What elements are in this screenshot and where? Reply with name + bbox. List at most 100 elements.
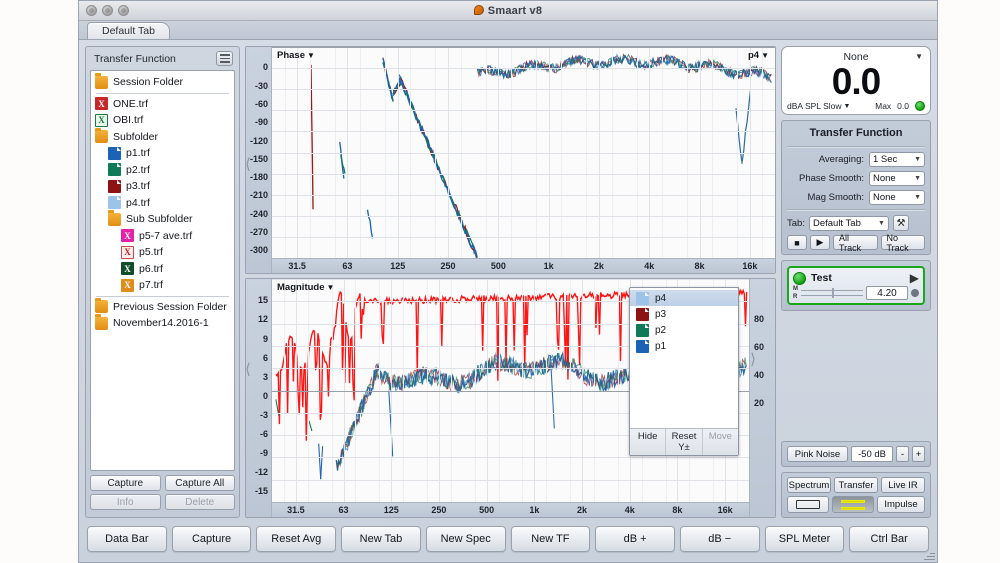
tree-item[interactable]: Sub Subfolder bbox=[91, 210, 234, 228]
generator-plus-button[interactable]: + bbox=[912, 446, 925, 462]
single-pane-icon[interactable] bbox=[787, 496, 829, 513]
tree-item[interactable]: p2.trf bbox=[91, 162, 234, 179]
legend-reset-y-button[interactable]: Reset Y± bbox=[666, 429, 703, 455]
chevron-left-icon-magnitude[interactable]: ⟨ bbox=[246, 360, 251, 378]
tree-item[interactable]: p3.trf bbox=[91, 178, 234, 195]
capture-button[interactable]: Capture bbox=[90, 475, 161, 491]
tree-item[interactable]: X ONE.trf bbox=[91, 96, 234, 113]
transfer-mode-button[interactable]: Transfer bbox=[834, 477, 878, 493]
spectrum-mode-button[interactable]: Spectrum bbox=[787, 477, 831, 493]
legend-item-list[interactable]: p4 p3 p2 p1 bbox=[630, 288, 738, 428]
spl-source-value[interactable]: None bbox=[843, 51, 868, 63]
magnitude-plot-label[interactable]: Magnitude ▼ bbox=[277, 282, 334, 293]
delete-button[interactable]: Delete bbox=[164, 494, 235, 510]
session-file-tree[interactable]: Session Folder X ONE.trf X OBI.trf Subfolder p… bbox=[90, 70, 235, 471]
tree-item[interactable]: November14.2016-1 bbox=[91, 314, 234, 332]
magnitude-plot-area[interactable]: Magnitude ▼ p4 p3 p2 p1 Hide Reset Y± Move bbox=[272, 279, 749, 503]
generator-level-field[interactable]: -50 dB bbox=[851, 446, 893, 462]
phase-graph[interactable]: 0 -30 -60 -90 -120 -150 -180 -210 -240 -270 -300 P… bbox=[245, 46, 776, 274]
folder-icon bbox=[95, 127, 108, 144]
spl-meter-panel[interactable]: None ▼ 0.0 dBA SPL Slow ▼ Max 0.0 bbox=[781, 46, 931, 116]
measurement-test[interactable]: Test ▶ M R 4.20 bbox=[787, 266, 925, 306]
legend-item[interactable]: p2 bbox=[630, 322, 738, 338]
gridline-h bbox=[272, 47, 775, 48]
window-title: Smaart v8 bbox=[79, 4, 937, 17]
legend-item-label: p3 bbox=[655, 308, 667, 320]
chevron-left-icon[interactable]: ⟨ bbox=[246, 155, 251, 173]
legend-item[interactable]: p4 bbox=[630, 290, 738, 306]
chevron-down-icon-spl[interactable]: ▼ bbox=[915, 52, 923, 61]
green-circle-icon[interactable] bbox=[793, 271, 806, 285]
generator-minus-button[interactable]: - bbox=[896, 446, 909, 462]
stop-square-icon[interactable]: ■ bbox=[787, 235, 807, 251]
tree-divider bbox=[96, 92, 229, 94]
y-tick-label: 6 bbox=[262, 352, 268, 363]
info-button[interactable]: Info bbox=[90, 494, 161, 510]
gridline-h bbox=[272, 236, 775, 238]
pink-noise-button[interactable]: Pink Noise bbox=[787, 446, 848, 462]
live-ir-mode-button[interactable]: Live IR bbox=[881, 477, 925, 493]
play-triangle-icon-measurement[interactable]: ▶ bbox=[910, 271, 919, 285]
smaart-application-window: Smaart v8 Default Tab Transfer Function … bbox=[78, 0, 938, 563]
tab-select[interactable]: Default Tab ▼ bbox=[808, 215, 889, 231]
toolbar-button-data-bar[interactable]: Data Bar bbox=[87, 526, 167, 552]
tree-item[interactable]: Xp5-7 ave.trf bbox=[91, 228, 234, 245]
impulse-button[interactable]: Impulse bbox=[877, 496, 925, 513]
trace-legend-popup[interactable]: p4 p3 p2 p1 Hide Reset Y± Move bbox=[629, 287, 739, 456]
chevron-down-icon-weighting[interactable]: ▼ bbox=[844, 103, 851, 110]
play-triangle-icon[interactable]: ▶ bbox=[810, 235, 830, 251]
tree-item[interactable]: X OBI.trf bbox=[91, 112, 234, 129]
toolbar-button-new-tab[interactable]: New Tab bbox=[341, 526, 421, 552]
toolbar-button-ctrl-bar[interactable]: Ctrl Bar bbox=[849, 526, 930, 552]
legend-move-button[interactable]: Move bbox=[703, 429, 738, 455]
phase-plot-area[interactable]: Phase ▼ p4 ▼ bbox=[272, 47, 775, 259]
tree-item[interactable]: p4.trf bbox=[91, 195, 234, 212]
legend-item[interactable]: p1 bbox=[630, 338, 738, 354]
tree-item[interactable]: Xp7.trf bbox=[91, 277, 234, 294]
wrench-icon[interactable]: ⚒ bbox=[892, 215, 909, 232]
tree-item[interactable]: Session Folder bbox=[91, 73, 234, 91]
y-tick-label: -12 bbox=[254, 466, 268, 477]
tree-item[interactable]: Subfolder bbox=[91, 127, 234, 146]
magnitude-y-axis-right: 80 60 40 20 bbox=[749, 279, 775, 517]
tree-item[interactable]: Xp5.trf bbox=[91, 244, 234, 261]
phase-plot-label[interactable]: Phase ▼ bbox=[277, 50, 315, 61]
all-track-button[interactable]: All Track bbox=[833, 233, 878, 253]
spl-weighting-label[interactable]: dBA SPL Slow bbox=[787, 101, 842, 111]
legend-hide-button[interactable]: Hide bbox=[630, 429, 667, 455]
x-tick-label: 1k bbox=[543, 261, 554, 271]
averaging-select[interactable]: 1 Sec ▼ bbox=[869, 152, 925, 168]
toolbar-button-spl-meter[interactable]: SPL Meter bbox=[764, 526, 845, 552]
capture-all-button[interactable]: Capture All bbox=[164, 475, 235, 491]
tree-item[interactable]: Previous Session Folder bbox=[91, 297, 234, 316]
y-tick-label: 80 bbox=[754, 314, 765, 325]
toolbar-button-db[interactable]: dB − bbox=[679, 526, 760, 552]
x-tick-label: 125 bbox=[383, 505, 399, 515]
phase-smooth-select[interactable]: None ▼ bbox=[869, 171, 925, 187]
toolbar-button-capture[interactable]: Capture bbox=[171, 526, 252, 552]
toolbar-button-reset-avg[interactable]: Reset Avg bbox=[256, 526, 337, 552]
phase-trace-selector[interactable]: p4 ▼ bbox=[748, 50, 769, 61]
window-resize-handle[interactable] bbox=[923, 548, 935, 560]
toolbar-button-db[interactable]: dB + bbox=[595, 526, 675, 552]
mag-smooth-select[interactable]: None ▼ bbox=[869, 190, 925, 206]
measurement-level-slider[interactable] bbox=[801, 287, 863, 299]
y-tick-label: -240 bbox=[249, 208, 268, 219]
delay-value-field[interactable]: 4.20 bbox=[866, 286, 908, 301]
legend-item[interactable]: p3 bbox=[630, 306, 738, 322]
toolbar-button-new-spec[interactable]: New Spec bbox=[425, 526, 506, 552]
gridline-h bbox=[272, 89, 775, 91]
dual-pane-icon[interactable] bbox=[832, 496, 874, 513]
no-track-button[interactable]: No Track bbox=[880, 233, 925, 253]
hamburger-icon[interactable] bbox=[216, 51, 233, 66]
chevron-right-icon-magnitude[interactable]: ⟩ bbox=[750, 350, 756, 368]
gridline-h bbox=[272, 131, 775, 133]
y-tick-label: 40 bbox=[754, 369, 765, 380]
tree-item[interactable]: Xp6.trf bbox=[91, 261, 234, 278]
tab-default-tab[interactable]: Default Tab bbox=[87, 22, 170, 39]
tree-item[interactable]: p1.trf bbox=[91, 145, 234, 162]
magnitude-graph[interactable]: 15 12 9 6 3 0 -3 -6 -9 -12 -15 Magnitude ▼ p4 p3 p2 p1 bbox=[245, 278, 776, 518]
record-dot-icon[interactable] bbox=[911, 289, 919, 298]
toolbar-button-new-tf[interactable]: New TF bbox=[510, 526, 591, 552]
y-tick-label: -120 bbox=[249, 135, 268, 146]
